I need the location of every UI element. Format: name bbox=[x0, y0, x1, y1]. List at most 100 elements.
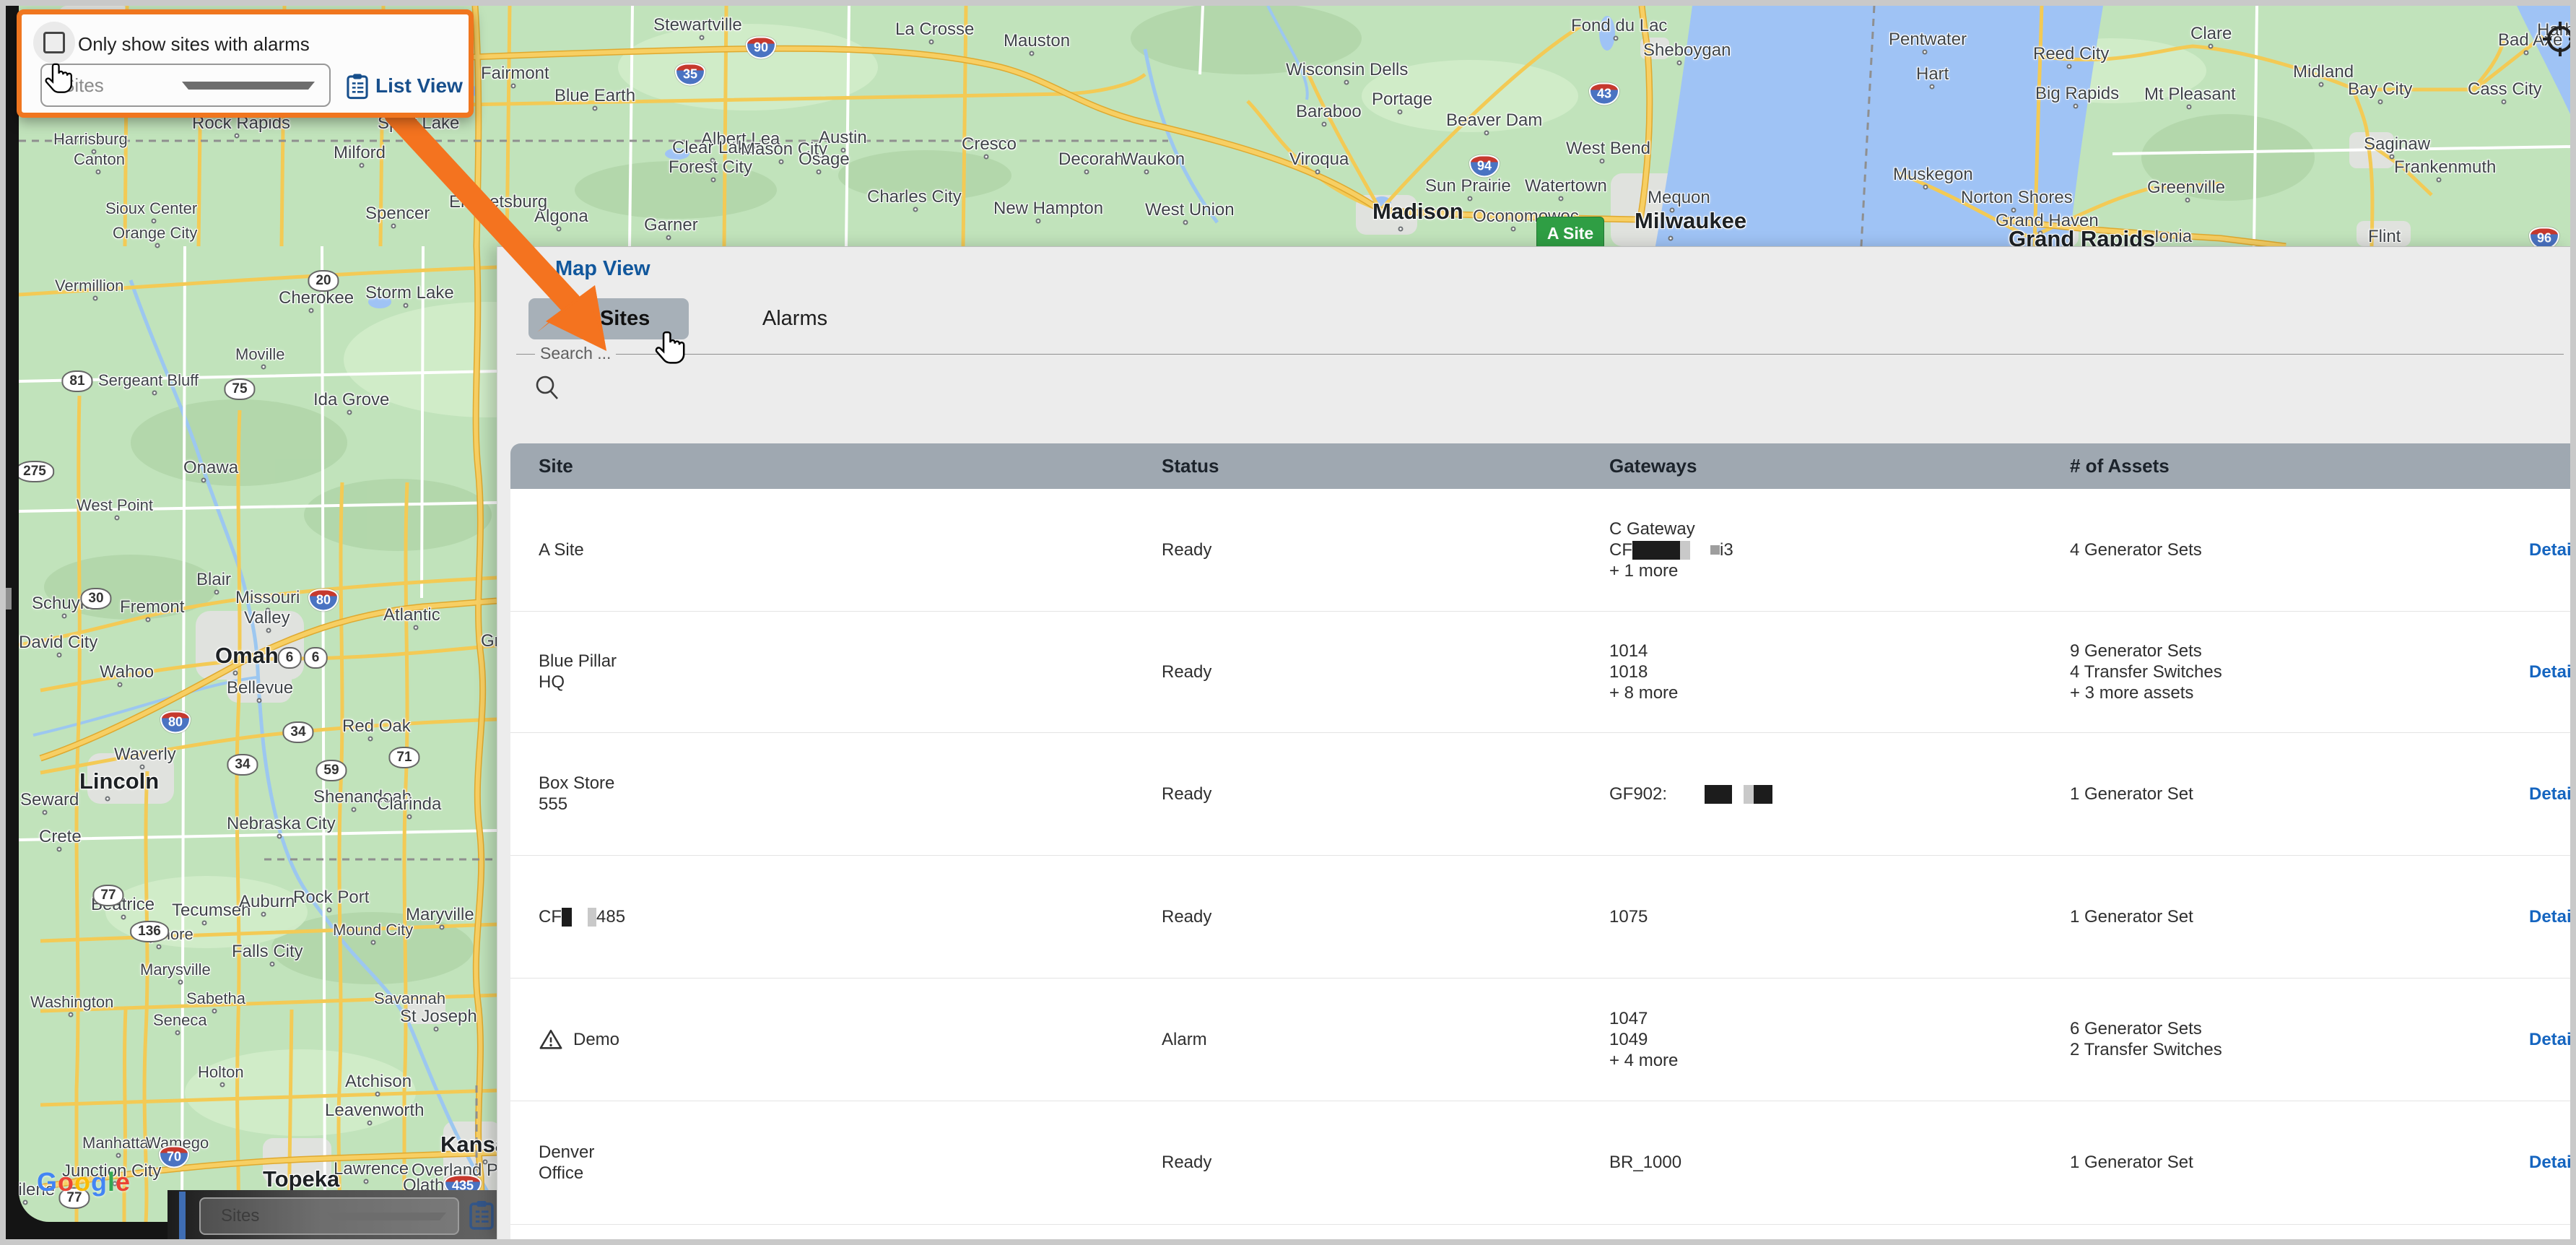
interstate-shield: 70 bbox=[159, 1146, 189, 1168]
interstate-shield: 90 bbox=[746, 37, 776, 59]
details-link[interactable]: Details bbox=[2529, 784, 2576, 804]
map-label: Emmetsburg bbox=[449, 192, 547, 212]
gateways-cell: 10471049+ 4 more bbox=[1609, 1008, 2070, 1071]
map-town-dot bbox=[178, 980, 183, 985]
map-label: Madison bbox=[1372, 199, 1463, 225]
details-link[interactable]: Details bbox=[2529, 540, 2576, 560]
site-cell: Demo bbox=[539, 1028, 1162, 1052]
map-label: Lawrence bbox=[334, 1159, 409, 1179]
redaction bbox=[1744, 785, 1754, 804]
us-route-shield: 6 bbox=[304, 647, 328, 669]
map-town-dot bbox=[2185, 198, 2190, 203]
map-town-dot bbox=[779, 160, 784, 165]
map-town-dot bbox=[983, 155, 988, 160]
list-view-button[interactable]: List View bbox=[345, 72, 463, 100]
map-label: St Joseph bbox=[400, 1007, 477, 1027]
gateways-cell: BR_1000 bbox=[1609, 1153, 2070, 1174]
map-town-dot bbox=[308, 308, 313, 313]
map-label: Red Oak bbox=[342, 716, 411, 737]
map-label: Mequon bbox=[1648, 188, 1710, 208]
map-town-dot bbox=[261, 365, 266, 370]
table-header: Site Status Gateways # of Assets bbox=[510, 443, 2571, 489]
us-route-shield: 275 bbox=[19, 461, 54, 482]
map-label: Cresco bbox=[962, 134, 1017, 155]
map-town-dot bbox=[363, 1179, 368, 1184]
site-cell: Blue PillarHQ bbox=[539, 651, 1162, 693]
map-label: Atchison bbox=[345, 1072, 412, 1092]
col-status: Status bbox=[1162, 455, 1609, 477]
map-town-dot bbox=[118, 682, 123, 687]
map-town-dot bbox=[175, 1031, 180, 1036]
details-link[interactable]: Details bbox=[2529, 1153, 2576, 1172]
map-label: Storm Lake bbox=[365, 283, 454, 303]
site-marker[interactable]: A Site bbox=[1536, 217, 1604, 250]
map-label: Washington bbox=[30, 993, 113, 1012]
map-label: La Crosse bbox=[895, 19, 974, 40]
map-label: Beaver Dam bbox=[1446, 110, 1542, 131]
map-town-dot bbox=[2074, 104, 2079, 109]
map-town-dot bbox=[375, 1092, 380, 1097]
map-label: Orange City bbox=[113, 224, 197, 243]
search-icon bbox=[534, 374, 562, 407]
map-town-dot bbox=[929, 40, 934, 45]
table-row: CF485Ready10751 Generator SetDetails bbox=[510, 855, 2571, 978]
map-label: Seneca bbox=[153, 1011, 207, 1030]
search-input[interactable] bbox=[516, 332, 2564, 402]
assets-cell: 6 Generator Sets2 Transfer Switches bbox=[2070, 1019, 2529, 1061]
sites-dropdown-dimmed[interactable]: Sites bbox=[199, 1197, 459, 1235]
us-route-shield: 59 bbox=[316, 760, 347, 781]
map-town-dot bbox=[2524, 51, 2529, 56]
map-town-dot bbox=[1035, 219, 1040, 224]
status-cell: Ready bbox=[1162, 784, 1609, 804]
site-cell: A Site bbox=[539, 539, 1162, 560]
map-town-dot bbox=[556, 227, 561, 232]
map-town-dot bbox=[1668, 236, 1674, 241]
map-town-dot bbox=[1084, 170, 1089, 175]
map-town-dot bbox=[61, 614, 66, 619]
redaction bbox=[588, 908, 596, 927]
sites-dropdown[interactable]: Sites bbox=[40, 64, 331, 107]
map-label: Pentwater bbox=[1889, 30, 1967, 50]
map-town-dot bbox=[2502, 100, 2507, 105]
map-town-dot bbox=[710, 178, 715, 183]
map-town-dot bbox=[487, 212, 492, 217]
us-route-shield: 77 bbox=[92, 885, 123, 906]
map-label: New Hampton bbox=[993, 199, 1103, 219]
list-view-icon-dimmed[interactable] bbox=[468, 1199, 495, 1234]
redaction bbox=[1632, 541, 1680, 560]
map-town-dot bbox=[1144, 170, 1149, 175]
alarm-filter-callout: Only show sites with alarms Sites List V… bbox=[17, 9, 474, 118]
map-label: Mound City bbox=[333, 921, 413, 940]
map-town-dot bbox=[1030, 51, 1035, 56]
map-label: Stewartville bbox=[653, 15, 742, 35]
map-label: Waverly bbox=[114, 745, 176, 765]
details-link[interactable]: Details bbox=[2529, 907, 2576, 927]
map-label: Blair bbox=[196, 570, 231, 590]
assets-cell: 4 Generator Sets bbox=[2070, 539, 2529, 560]
search-outline bbox=[516, 354, 2564, 355]
map-town-dot bbox=[214, 590, 219, 595]
map-town-dot bbox=[1511, 227, 1516, 232]
assets-cell: 1 Generator Set bbox=[2070, 784, 2529, 804]
map-town-dot bbox=[1600, 159, 1605, 164]
map-town-dot bbox=[93, 296, 98, 301]
map-label: West Bend bbox=[1566, 139, 1650, 159]
details-link[interactable]: Details bbox=[2529, 662, 2576, 682]
gateways-cell: 1075 bbox=[1609, 906, 2070, 927]
map-label: Portage bbox=[1372, 90, 1432, 110]
map-label: Sun Prairie bbox=[1425, 176, 1511, 196]
map-town-dot bbox=[360, 163, 365, 168]
map-town-dot bbox=[2319, 82, 2324, 87]
gateways-cell: GF902: bbox=[1609, 784, 2070, 804]
map-town-dot bbox=[1613, 36, 1618, 41]
map-label: Garner bbox=[644, 215, 698, 235]
map-town-dot bbox=[1315, 170, 1320, 175]
map-town-dot bbox=[2186, 105, 2191, 110]
map-town-dot bbox=[23, 1200, 28, 1205]
us-route-shield: 81 bbox=[61, 370, 92, 392]
map-view-link[interactable]: Map View bbox=[526, 257, 650, 281]
map-label: Cherokee bbox=[279, 288, 354, 308]
sites-table-body: A SiteReadyC GatewayCFi3+ 1 more4 Genera… bbox=[510, 489, 2571, 1240]
details-link[interactable]: Details bbox=[2529, 1030, 2576, 1049]
only-alarms-checkbox[interactable] bbox=[43, 32, 65, 53]
